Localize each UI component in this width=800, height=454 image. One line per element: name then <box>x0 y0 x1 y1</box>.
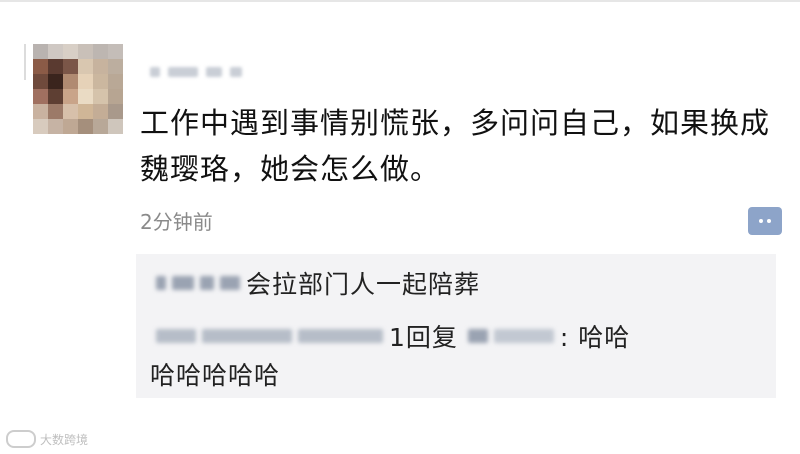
reply-text-2: 哈哈哈哈哈 <box>150 361 281 390</box>
replier-name-blurred <box>202 329 292 343</box>
reply-text-1: : 哈哈 <box>559 323 631 352</box>
watermark-text: 大数跨境 <box>40 432 89 447</box>
reply-target-blurred <box>493 329 554 343</box>
left-divider <box>24 44 26 80</box>
watermark: 大数跨境 <box>6 430 88 448</box>
top-divider <box>0 0 800 2</box>
username-blurred[interactable] <box>150 65 242 79</box>
comment-text: 会拉部门人一起陪葬 <box>246 270 481 299</box>
comment-section: 会拉部门人一起陪葬 1回复 : 哈哈 哈哈哈哈哈 <box>136 254 776 398</box>
reply-item[interactable]: 1回复 : 哈哈 <box>156 318 630 354</box>
avatar[interactable] <box>33 44 123 134</box>
comment-bubble-icon[interactable] <box>748 207 782 235</box>
comment-item[interactable]: 会拉部门人一起陪葬 <box>156 266 480 300</box>
post-time: 2分钟前 <box>140 210 213 234</box>
watermark-logo-icon <box>6 430 36 448</box>
reply-label: 1回复 <box>389 323 458 352</box>
post-text: 工作中遇到事情别慌张，多问问自己，如果换成魏璎珞，她会怎么做。 <box>140 106 771 186</box>
commenter-name-blurred <box>156 276 166 290</box>
